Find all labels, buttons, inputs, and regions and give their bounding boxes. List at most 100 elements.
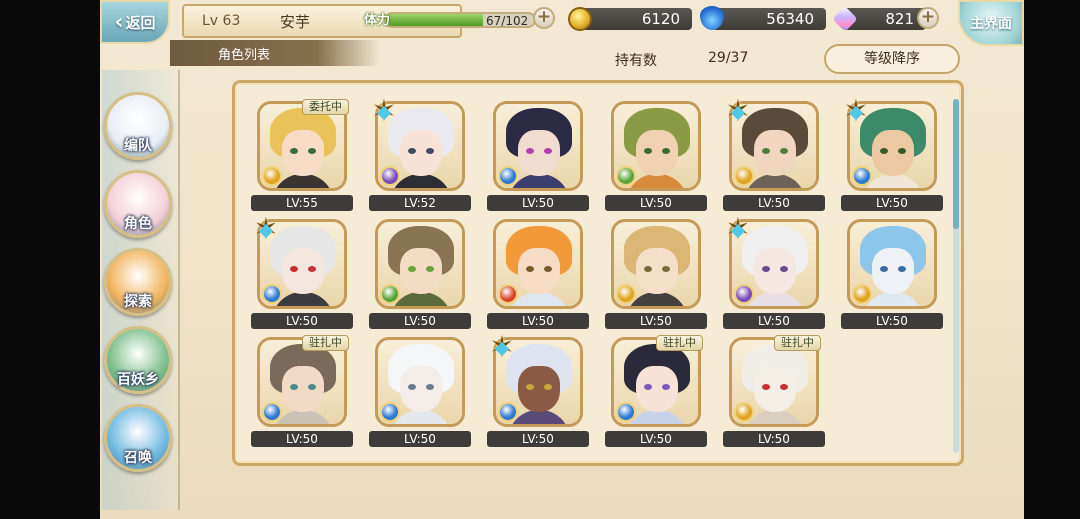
star-badge-icon: ✶ (723, 215, 753, 245)
portrait-eye (290, 148, 298, 154)
section-title: 角色列表 (170, 40, 380, 66)
add-stamina-button[interactable]: + (533, 7, 555, 29)
side-menu-item-0[interactable]: 编队 (104, 92, 172, 160)
element-icon (852, 166, 872, 186)
status-tag: 驻扎中 (656, 335, 703, 351)
home-button[interactable]: 主界面 (958, 0, 1024, 46)
portrait-face (636, 248, 678, 294)
portrait-eye (762, 148, 770, 154)
portrait-eye (644, 148, 652, 154)
status-tag: 驻扎中 (774, 335, 821, 351)
element-icon (498, 402, 518, 422)
element-icon (380, 166, 400, 186)
character-card[interactable]: LV:50 (605, 217, 707, 333)
star-badge-icon: ✶ (369, 97, 399, 127)
character-level: LV:50 (369, 313, 471, 329)
character-card[interactable]: ✶ LV:50 (723, 97, 825, 215)
portrait-eye (898, 266, 906, 272)
portrait-eye (526, 148, 534, 154)
character-level: LV:50 (487, 431, 589, 447)
side-menu-item-3[interactable]: 百妖乡 (104, 326, 172, 394)
portrait-eye (644, 384, 652, 390)
character-portrait (493, 101, 583, 191)
element-icon (734, 166, 754, 186)
element-icon (380, 402, 400, 422)
side-menu-label: 召唤 (124, 450, 152, 466)
character-card[interactable]: LV:50 (487, 217, 589, 333)
element-icon (616, 166, 636, 186)
player-level: Lv 63 (202, 13, 241, 29)
add-gems-button[interactable]: + (917, 7, 939, 29)
side-menu-item-4[interactable]: 召唤 (104, 404, 172, 472)
side-menu-item-2[interactable]: 探索 (104, 248, 172, 316)
portrait-eye (308, 384, 316, 390)
portrait-face (636, 366, 678, 412)
character-card[interactable]: 委托中 LV:55 (251, 99, 353, 215)
scrollbar[interactable] (953, 99, 959, 453)
character-card[interactable]: 驻扎中 LV:50 (251, 335, 353, 451)
side-menu-label: 百妖乡 (117, 372, 159, 388)
owned-count-value: 29/37 (708, 50, 749, 66)
character-card[interactable]: 驻扎中 LV:50 (723, 335, 825, 451)
stamina-meter: 体力 67/102 (364, 8, 554, 30)
portrait-eye (544, 148, 552, 154)
portrait-eye (780, 148, 788, 154)
character-card[interactable]: ✶ LV:50 (841, 97, 943, 215)
portrait-face (636, 130, 678, 176)
element-icon (616, 284, 636, 304)
character-card[interactable]: ✶ LV:50 (251, 215, 353, 333)
character-level: LV:50 (605, 195, 707, 211)
character-card[interactable]: ✶ LV:52 (369, 97, 471, 215)
character-card[interactable]: LV:50 (605, 99, 707, 215)
element-icon (262, 166, 282, 186)
portrait-eye (290, 384, 298, 390)
character-level: LV:50 (723, 431, 825, 447)
character-level: LV:50 (841, 195, 943, 211)
coin-counter: 6120 (580, 8, 692, 30)
portrait-eye (880, 266, 888, 272)
portrait-face (754, 366, 796, 412)
portrait-eye (408, 384, 416, 390)
portrait-face (754, 248, 796, 294)
side-menu-item-1[interactable]: 角色 (104, 170, 172, 238)
element-icon (262, 284, 282, 304)
character-card[interactable]: LV:50 (487, 99, 589, 215)
soul-counter: 56340 (712, 8, 826, 30)
character-card[interactable]: 驻扎中 LV:50 (605, 335, 707, 451)
portrait-face (518, 366, 560, 412)
screen: ‹ 返回 Lv 63 安芋 角色列表 体力 67/102 + 6120 5634… (0, 0, 1080, 519)
character-card[interactable]: LV:50 (841, 217, 943, 333)
star-badge-icon: ✶ (841, 97, 871, 127)
portrait-eye (526, 384, 534, 390)
character-portrait (493, 219, 583, 309)
status-tag: 委托中 (302, 99, 349, 115)
portrait-eye (780, 266, 788, 272)
portrait-face (282, 248, 324, 294)
portrait-face (282, 130, 324, 176)
scroll-thumb[interactable] (953, 99, 959, 229)
stamina-value: 67/102 (486, 14, 529, 28)
portrait-face (754, 130, 796, 176)
character-level: LV:50 (605, 313, 707, 329)
portrait-eye (762, 266, 770, 272)
coin-icon (568, 7, 592, 31)
portrait-eye (544, 384, 552, 390)
character-card[interactable]: LV:50 (369, 217, 471, 333)
portrait-face (282, 366, 324, 412)
character-card[interactable]: ✶ LV:50 (723, 215, 825, 333)
portrait-face (872, 248, 914, 294)
left-letterbox (0, 0, 100, 519)
character-list-panel[interactable]: 委托中 LV:55 ✶ LV:52 LV:50 LV:50 ✶ LV:50 ✶ LV:50 ✶ LV:… (232, 80, 964, 466)
portrait-eye (308, 266, 316, 272)
status-tag: 驻扎中 (302, 335, 349, 351)
sort-button[interactable]: 等级降序 (824, 44, 960, 74)
portrait-face (400, 130, 442, 176)
character-portrait (375, 337, 465, 427)
character-card[interactable]: ✶ LV:50 (487, 333, 589, 451)
game-view: ‹ 返回 Lv 63 安芋 角色列表 体力 67/102 + 6120 5634… (100, 0, 1024, 519)
star-badge-icon: ✶ (487, 333, 517, 363)
star-badge-icon: ✶ (723, 97, 753, 127)
character-level: LV:50 (605, 431, 707, 447)
back-button[interactable]: ‹ 返回 (100, 0, 170, 44)
character-card[interactable]: LV:50 (369, 335, 471, 451)
